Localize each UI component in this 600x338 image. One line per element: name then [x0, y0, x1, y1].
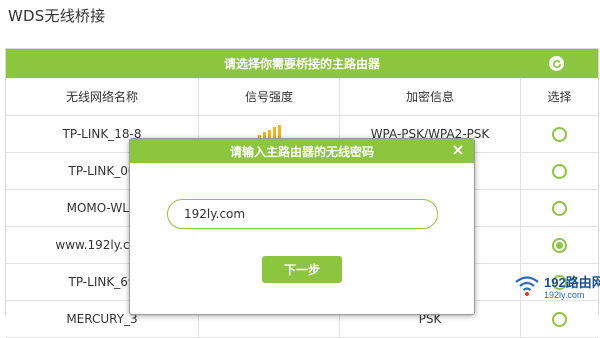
select-cell: [520, 152, 598, 190]
column-header-select: 选择: [520, 78, 598, 116]
panel-header-title: 请选择你需要桥接的主路由器: [223, 57, 380, 71]
select-radio[interactable]: [552, 237, 567, 253]
select-cell: [520, 300, 598, 338]
dialog-title: 请输入主路由器的无线密码: [229, 144, 374, 159]
dialog-header: 请输入主路由器的无线密码 ×: [130, 139, 474, 163]
select-radio[interactable]: [552, 163, 567, 179]
select-radio[interactable]: [552, 126, 567, 142]
column-header-signal: 信号强度: [198, 78, 340, 116]
select-radio[interactable]: [552, 274, 567, 290]
select-radio[interactable]: [552, 311, 567, 327]
panel-header: 请选择你需要桥接的主路由器: [6, 49, 598, 78]
select-cell: [520, 189, 598, 227]
column-header-encryption: 加密信息: [339, 78, 521, 116]
select-cell: [520, 226, 598, 264]
page-title: WDS无线桥接: [8, 7, 106, 25]
password-input[interactable]: [167, 199, 438, 229]
table-header-row: 无线网络名称 信号强度 加密信息 选择: [6, 78, 598, 116]
select-radio[interactable]: [552, 200, 567, 216]
password-dialog: 请输入主路由器的无线密码 × 下一步: [129, 138, 475, 315]
select-cell: [520, 263, 598, 301]
refresh-icon[interactable]: [549, 56, 564, 71]
close-icon[interactable]: ×: [451, 142, 465, 158]
select-cell: [520, 115, 598, 153]
column-header-ssid: 无线网络名称: [6, 78, 199, 116]
next-step-button[interactable]: 下一步: [262, 256, 342, 283]
